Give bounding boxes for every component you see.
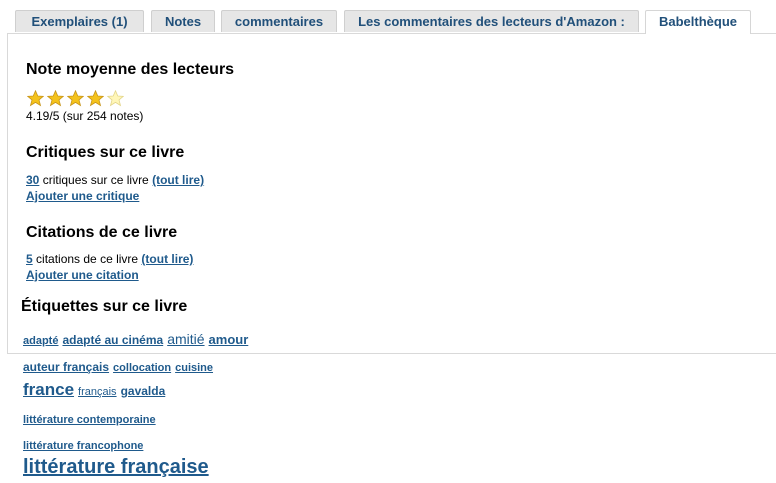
tag-link[interactable]: littérature française (23, 456, 209, 478)
tag-link[interactable]: littérature francophone (23, 440, 143, 452)
rating-stars (27, 90, 127, 108)
tab-commentaires[interactable]: commentaires (221, 10, 337, 32)
rating-title: Note moyenne des lecteurs (26, 61, 235, 78)
reviews-count-link[interactable]: 30 (26, 173, 39, 187)
tag-link[interactable]: france (23, 380, 74, 399)
tag-row-3: france français gavalda (23, 380, 169, 400)
tag-row-4: littérature contemporaine (23, 410, 160, 428)
tab-exemplaires[interactable]: Exemplaires (1) (15, 10, 144, 32)
tag-link[interactable]: adapté au cinéma (62, 333, 163, 347)
star-empty-icon (107, 90, 124, 107)
rating-summary: 4.19/5 (sur 254 notes) (26, 109, 144, 123)
tags-title: Étiquettes sur ce livre (21, 298, 188, 315)
tag-row-2: auteur français collocation cuisine (23, 358, 217, 376)
star-filled-icon (47, 90, 64, 107)
reviews-read-all-link[interactable]: (tout lire) (152, 173, 204, 187)
tag-link[interactable]: gavalda (121, 384, 166, 398)
tag-row-5: littérature francophone (23, 436, 147, 454)
tab-bar: Exemplaires (1) Notes commentaires Les c… (0, 0, 776, 34)
quotes-count-text: citations de ce livre (36, 252, 139, 266)
tag-link[interactable]: littérature contemporaine (23, 414, 156, 426)
reviews-count-text: critiques sur ce livre (42, 173, 149, 187)
tag-link[interactable]: auteur français (23, 360, 109, 374)
tab-amazon-reviews[interactable]: Les commentaires des lecteurs d'Amazon : (344, 10, 639, 32)
star-filled-icon (67, 90, 84, 107)
star-filled-icon (27, 90, 44, 107)
tab-notes[interactable]: Notes (151, 10, 215, 32)
reviews-count-line: 30 critiques sur ce livre (tout lire) (26, 173, 204, 187)
reviews-add-line: Ajouter une critique (26, 189, 139, 203)
tag-row-6: littérature française (23, 456, 213, 479)
quotes-read-all-link[interactable]: (tout lire) (141, 252, 193, 266)
quotes-title: Citations de ce livre (26, 224, 178, 241)
add-review-link[interactable]: Ajouter une critique (26, 189, 139, 203)
star-filled-icon (87, 90, 104, 107)
tag-link[interactable]: collocation (113, 362, 171, 374)
tag-link[interactable]: amour (209, 332, 249, 347)
tag-link[interactable]: adapté (23, 335, 58, 347)
tab-babeltheque[interactable]: Babelthèque (645, 10, 751, 34)
tag-link[interactable]: français (78, 386, 117, 398)
add-quote-link[interactable]: Ajouter une citation (26, 268, 139, 282)
quotes-add-line: Ajouter une citation (26, 268, 139, 282)
quotes-count-link[interactable]: 5 (26, 252, 33, 266)
tag-link[interactable]: amitié (167, 331, 204, 347)
reviews-title: Critiques sur ce livre (26, 144, 185, 161)
quotes-count-line: 5 citations de ce livre (tout lire) (26, 252, 193, 266)
tag-link[interactable]: cuisine (175, 362, 213, 374)
tag-row-1: adapté adapté au cinéma amitié amour (23, 331, 252, 349)
